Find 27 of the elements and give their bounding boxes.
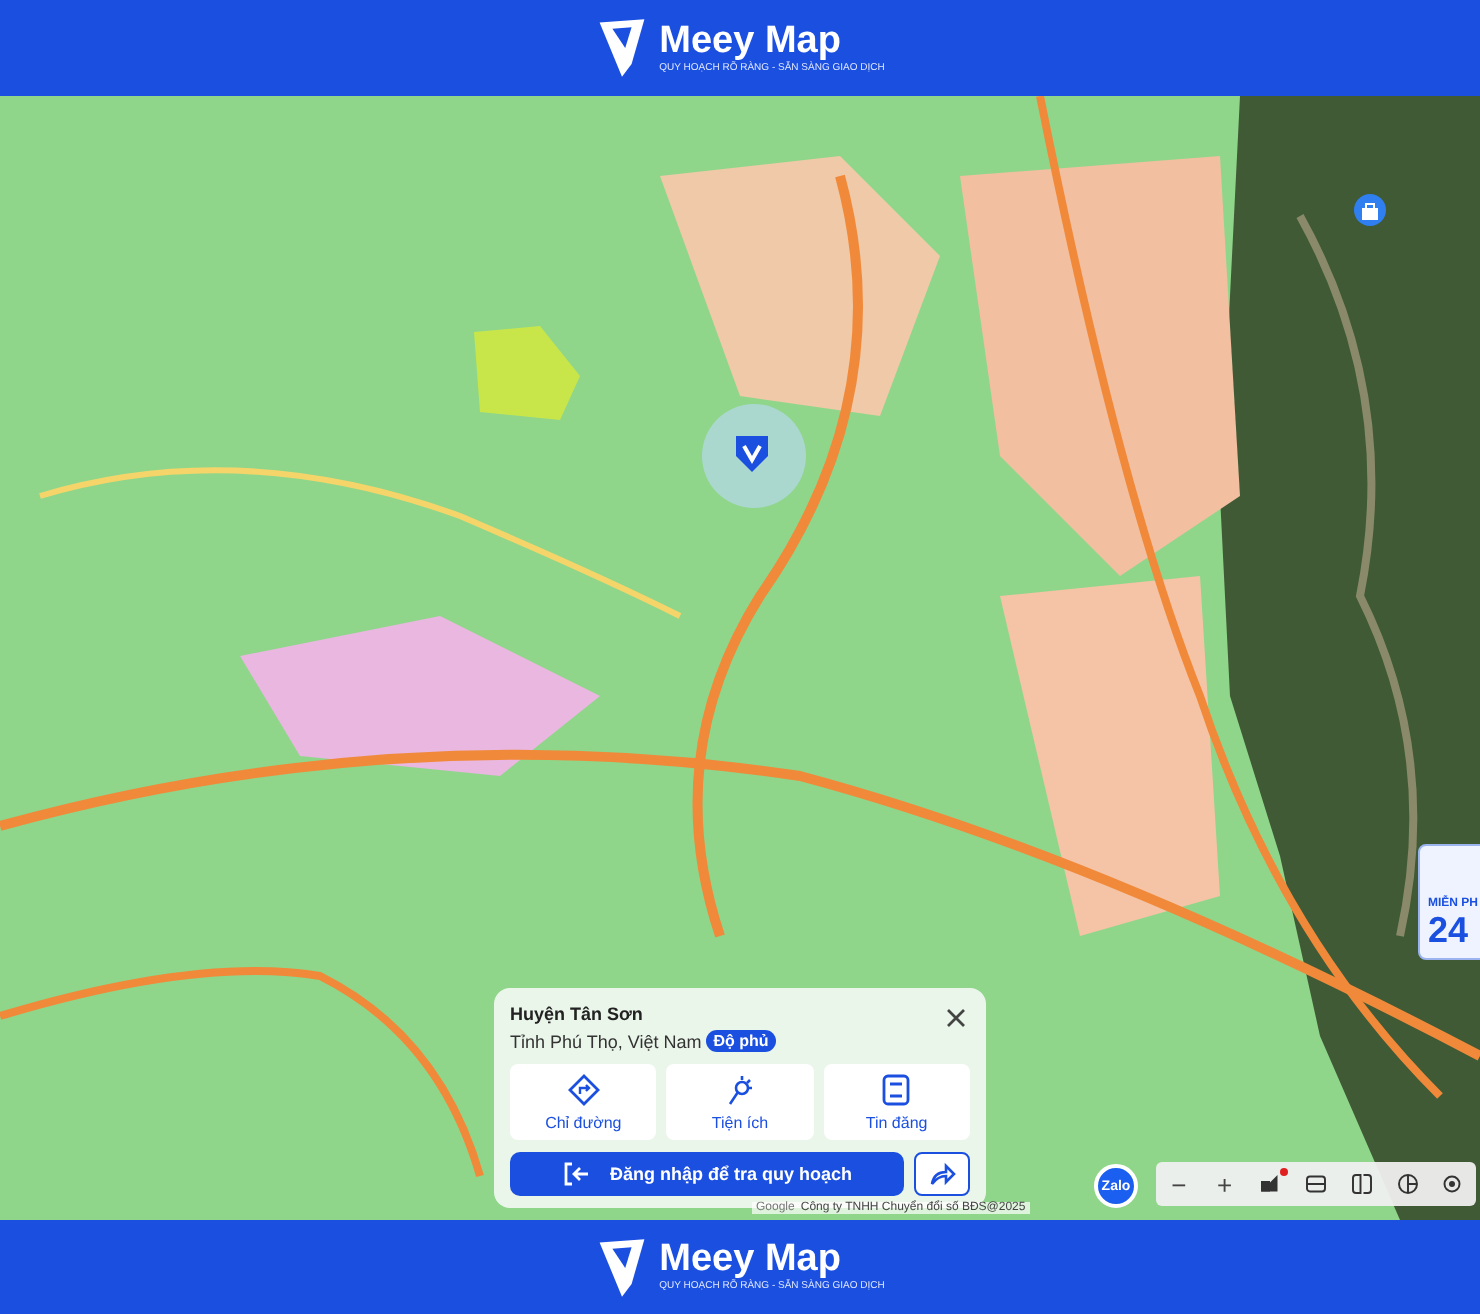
brand-name: Meey Map	[659, 1240, 843, 1280]
share-button[interactable]	[914, 1152, 970, 1196]
zoom-out-button[interactable]: −	[1166, 1168, 1191, 1200]
location-pin-icon	[732, 432, 772, 476]
login-button[interactable]: Đăng nhập để tra quy hoạch	[510, 1152, 904, 1196]
logo-icon	[595, 1235, 648, 1299]
document-icon	[880, 1073, 913, 1105]
logo-icon	[595, 16, 648, 80]
directions-icon	[567, 1073, 600, 1105]
ruler-icon[interactable]	[1303, 1172, 1328, 1196]
split-view-icon[interactable]	[1349, 1172, 1374, 1196]
action-button[interactable]: Chỉ đường	[510, 1064, 657, 1140]
close-icon	[946, 1008, 966, 1028]
promo-number: 24	[1428, 910, 1471, 950]
coverage-badge[interactable]: Độ phủ	[705, 1030, 777, 1052]
zoom-in-button[interactable]: +	[1212, 1168, 1237, 1200]
action-button[interactable]: Tiện ích	[666, 1064, 814, 1140]
place-subtitle: Tỉnh Phú Thọ, Việt Nam	[510, 1031, 702, 1051]
pie-chart-icon[interactable]	[1395, 1172, 1420, 1196]
close-button[interactable]	[942, 1004, 970, 1032]
share-icon	[928, 1160, 956, 1188]
brand-name: Meey Map	[659, 21, 843, 61]
locate-icon[interactable]	[1440, 1172, 1465, 1196]
action-button[interactable]: Tin đăng	[823, 1064, 970, 1140]
login-icon	[561, 1160, 590, 1188]
place-title: Huyện Tân Sơn	[510, 1004, 645, 1024]
layers-icon[interactable]	[1258, 1172, 1283, 1196]
